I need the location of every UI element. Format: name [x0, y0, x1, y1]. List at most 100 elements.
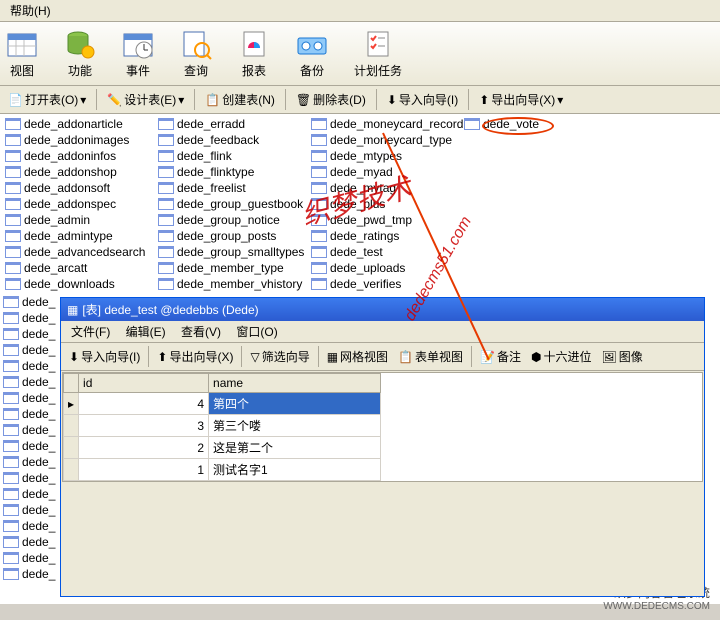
memo-btn[interactable]: 📝 备注 [476, 346, 525, 367]
table-item[interactable]: dede_ [0, 486, 60, 502]
table-item[interactable]: dede_test [308, 244, 461, 260]
table-item[interactable]: dede_addonarticle [2, 116, 155, 132]
hex-btn[interactable]: ⬢ 十六进位 [527, 346, 596, 367]
menu-view[interactable]: 查看(V) [175, 323, 227, 341]
data-grid[interactable]: idname ▸4第四个3第三个喽2这是第二个1测试名字1 [62, 372, 703, 482]
tb-report[interactable]: 报表 [234, 26, 274, 81]
table-icon [158, 182, 174, 194]
table-item[interactable]: dede_addonshop [2, 164, 155, 180]
delete-table-btn[interactable]: 🗑 删除表(D) [292, 89, 370, 110]
table-icon [311, 182, 327, 194]
table-item[interactable]: dede_addonspec [2, 196, 155, 212]
table-row[interactable]: 1测试名字1 [64, 459, 381, 481]
table-item[interactable]: dede_pwd_tmp [308, 212, 461, 228]
tb-query[interactable]: 查询 [176, 26, 216, 81]
table-item[interactable]: dede_ratings [308, 228, 461, 244]
table-row[interactable]: ▸4第四个 [64, 393, 381, 415]
table-item[interactable]: dede_ [0, 502, 60, 518]
table-item[interactable]: dede_member_vhistory [155, 276, 308, 292]
table-item[interactable]: dede_mytag [308, 180, 461, 196]
table-item[interactable]: dede_ [0, 534, 60, 550]
table-item[interactable]: dede_group_smalltypes [155, 244, 308, 260]
table-item[interactable]: dede_downloads [2, 276, 155, 292]
table-item[interactable]: dede_group_notice [155, 212, 308, 228]
table-item[interactable]: dede_ [0, 326, 60, 342]
table-item[interactable]: dede_group_guestbook [155, 196, 308, 212]
design-table-btn[interactable]: ✏️ 设计表(E) ▾ [103, 89, 188, 110]
tables-list: dede_addonarticledede_addonimagesdede_ad… [0, 114, 720, 294]
tb-backup[interactable]: 备份 [292, 26, 332, 81]
table-item[interactable]: dede_flink [155, 148, 308, 164]
table-item[interactable]: dede_ [0, 342, 60, 358]
table-item[interactable]: dede_ [0, 390, 60, 406]
table-item[interactable]: dede_addonimages [2, 132, 155, 148]
table-item[interactable]: dede_group_posts [155, 228, 308, 244]
table-item[interactable]: dede_moneycard_type [308, 132, 461, 148]
table-item[interactable]: dede_ [0, 518, 60, 534]
table-row[interactable]: 2这是第二个 [64, 437, 381, 459]
table-icon [5, 182, 21, 194]
table-icon [311, 166, 327, 178]
table-icon [3, 504, 19, 516]
table-item[interactable]: dede_advancedsearch [2, 244, 155, 260]
table-item[interactable]: dede_admintype [2, 228, 155, 244]
table-item[interactable]: dede_ [0, 566, 60, 582]
table-item[interactable]: dede_ [0, 294, 60, 310]
table-item[interactable]: dede_ [0, 374, 60, 390]
table-item[interactable]: dede_vote [461, 116, 614, 132]
menu-help[interactable]: 帮助(H) [4, 2, 57, 20]
menu-file[interactable]: 文件(F) [65, 323, 116, 341]
table-icon [3, 376, 19, 388]
window-titlebar[interactable]: ▦ [表] dede_test @dedebbs (Dede) [61, 298, 704, 321]
table-icon [311, 134, 327, 146]
table-icon [158, 118, 174, 130]
gridview-btn[interactable]: ▦ 网格视图 [323, 346, 392, 367]
tb-schedule[interactable]: 计划任务 [350, 26, 406, 81]
table-item[interactable]: dede_erradd [155, 116, 308, 132]
table-item[interactable]: dede_ [0, 422, 60, 438]
table-icon [5, 278, 21, 290]
export-btn[interactable]: ⬆ 导出向导(X) [153, 346, 237, 367]
table-item[interactable]: dede_ [0, 550, 60, 566]
table-item[interactable]: dede_ [0, 406, 60, 422]
formview-btn[interactable]: 📋 表单视图 [394, 346, 467, 367]
menu-edit[interactable]: 编辑(E) [120, 323, 172, 341]
table-item[interactable]: dede_feedback [155, 132, 308, 148]
import-wizard-btn[interactable]: ⬇ 导入向导(I) [383, 89, 462, 110]
tb-functions[interactable]: 功能 [60, 26, 100, 81]
table-icon [158, 134, 174, 146]
create-table-btn[interactable]: 📋 创建表(N) [201, 89, 279, 110]
table-item[interactable]: dede_verifies [308, 276, 461, 292]
table-item[interactable]: dede_ [0, 358, 60, 374]
table-item[interactable]: dede_ [0, 454, 60, 470]
table-item[interactable]: dede_ [0, 470, 60, 486]
menubar: 帮助(H) [0, 0, 720, 22]
filter-btn[interactable]: ▽ 筛选向导 [246, 346, 313, 367]
table-item[interactable]: dede_uploads [308, 260, 461, 276]
table-item[interactable]: dede_addoninfos [2, 148, 155, 164]
table-item[interactable]: dede_flinktype [155, 164, 308, 180]
database-icon [64, 28, 96, 60]
open-table-btn[interactable]: 📄 打开表(O) ▾ [4, 89, 90, 110]
table-item[interactable]: dede_ [0, 310, 60, 326]
export-wizard-btn[interactable]: ⬆ 导出向导(X) ▾ [475, 89, 567, 110]
tb-view[interactable]: 视图 [2, 26, 42, 81]
table-item[interactable]: dede_member_type [155, 260, 308, 276]
table-item[interactable]: dede_myad [308, 164, 461, 180]
table-item[interactable]: dede_addonsoft [2, 180, 155, 196]
table-icon [158, 246, 174, 258]
table-item[interactable]: dede_plus [308, 196, 461, 212]
image-btn[interactable]: 🖼 图像 [598, 346, 647, 367]
menu-window[interactable]: 窗口(O) [230, 323, 283, 341]
table-item[interactable]: dede_admin [2, 212, 155, 228]
col-name[interactable]: name [209, 374, 381, 393]
table-item[interactable]: dede_freelist [155, 180, 308, 196]
table-item[interactable]: dede_ [0, 438, 60, 454]
import-btn[interactable]: ⬇ 导入向导(I) [65, 346, 144, 367]
table-row[interactable]: 3第三个喽 [64, 415, 381, 437]
table-item[interactable]: dede_moneycard_record [308, 116, 461, 132]
table-item[interactable]: dede_arcatt [2, 260, 155, 276]
tb-events[interactable]: 事件 [118, 26, 158, 81]
table-item[interactable]: dede_mtypes [308, 148, 461, 164]
col-id[interactable]: id [79, 374, 209, 393]
